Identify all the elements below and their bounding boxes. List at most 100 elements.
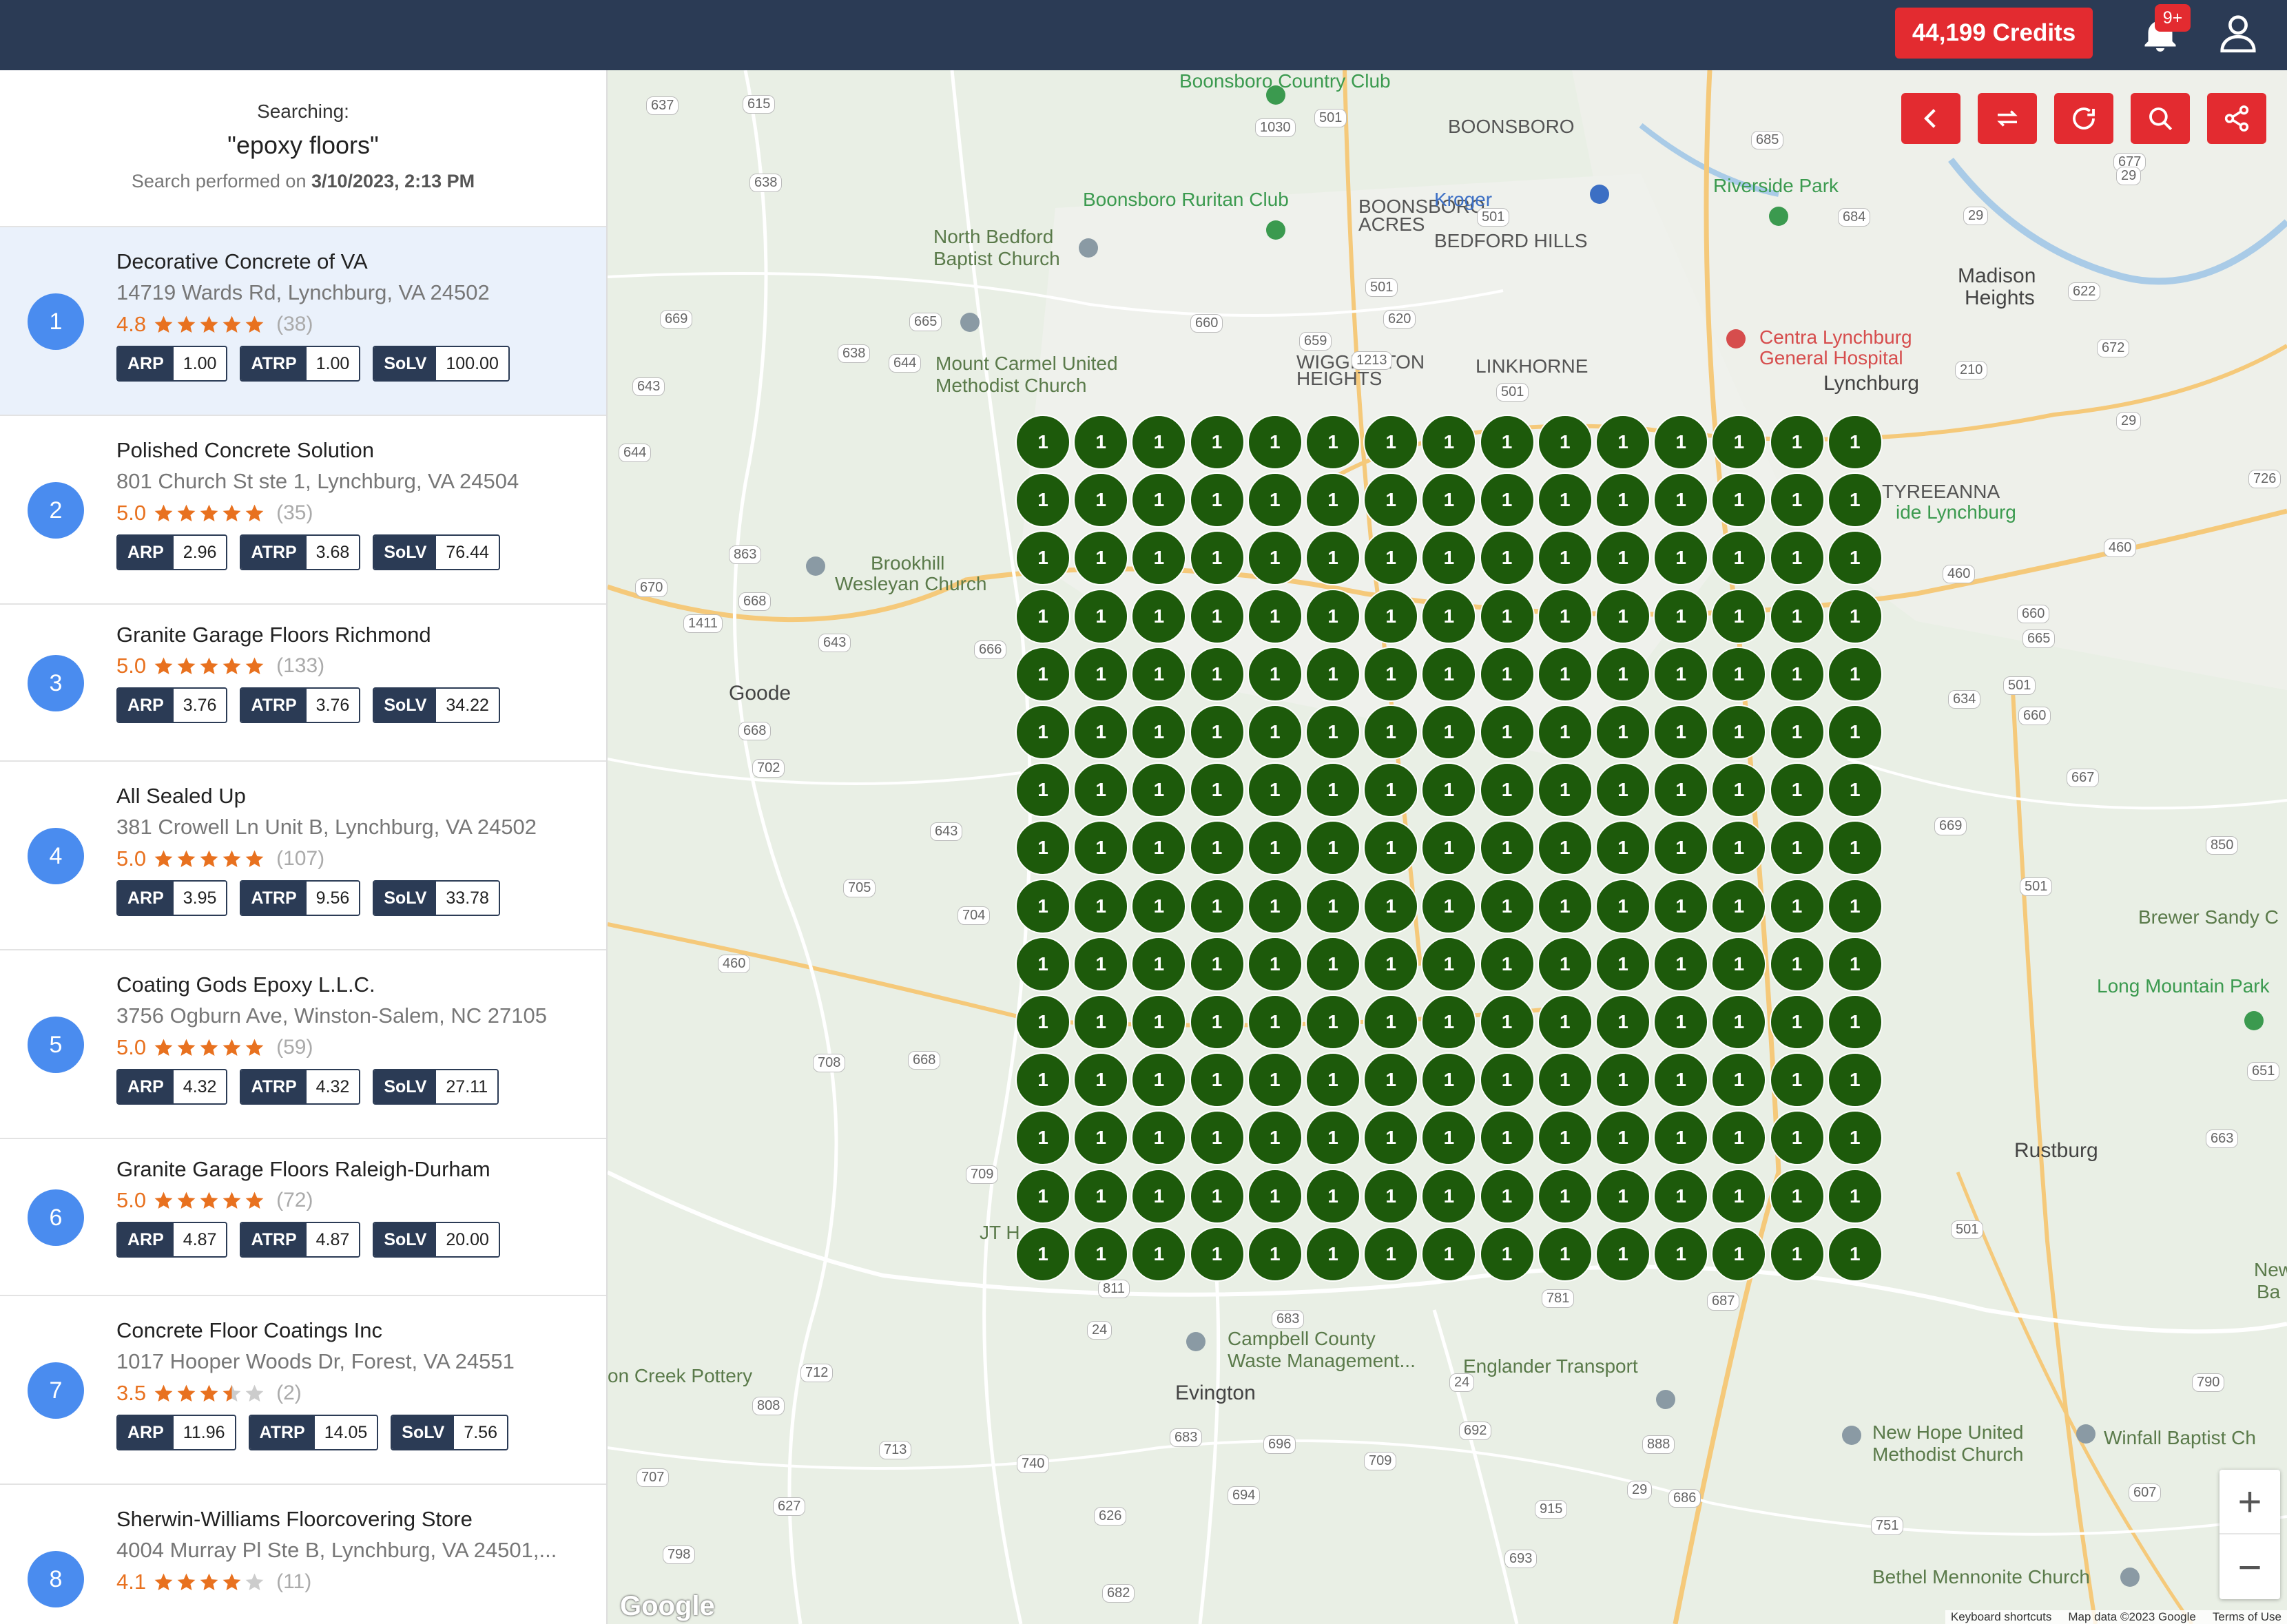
grid-point[interactable]: 1 <box>1189 995 1245 1050</box>
grid-point[interactable]: 1 <box>1769 878 1825 934</box>
grid-point[interactable]: 1 <box>1479 472 1535 528</box>
grid-point[interactable]: 1 <box>1769 995 1825 1050</box>
grid-point[interactable]: 1 <box>1305 588 1360 644</box>
grid-point[interactable]: 1 <box>1189 415 1245 470</box>
grid-point[interactable]: 1 <box>1711 1110 1767 1166</box>
grid-point[interactable]: 1 <box>1537 1226 1593 1282</box>
grid-point[interactable]: 1 <box>1653 415 1709 470</box>
user-icon[interactable] <box>2217 11 2259 55</box>
grid-point[interactable]: 1 <box>1421 530 1477 586</box>
grid-point[interactable]: 1 <box>1305 530 1360 586</box>
grid-point[interactable]: 1 <box>1189 530 1245 586</box>
grid-point[interactable]: 1 <box>1421 415 1477 470</box>
grid-point[interactable]: 1 <box>1247 646 1303 702</box>
grid-point[interactable]: 1 <box>1595 1052 1650 1108</box>
grid-point[interactable]: 1 <box>1595 936 1650 992</box>
business-name[interactable]: Coating Gods Epoxy L.L.C. <box>116 970 601 1000</box>
grid-point[interactable]: 1 <box>1769 762 1825 818</box>
business-name[interactable]: Polished Concrete Solution <box>116 435 601 466</box>
grid-point[interactable]: 1 <box>1537 1168 1593 1224</box>
grid-point[interactable]: 1 <box>1827 1226 1883 1282</box>
grid-point[interactable]: 1 <box>1595 646 1650 702</box>
grid-point[interactable]: 1 <box>1363 820 1419 876</box>
grid-point[interactable]: 1 <box>1363 588 1419 644</box>
grid-point[interactable]: 1 <box>1653 1110 1709 1166</box>
business-name[interactable]: Granite Garage Floors Richmond <box>116 620 601 650</box>
grid-point[interactable]: 1 <box>1073 530 1129 586</box>
result-item[interactable]: 4 All Sealed Up 381 Crowell Ln Unit B, L… <box>0 762 606 950</box>
grid-point[interactable]: 1 <box>1131 646 1187 702</box>
grid-point[interactable]: 1 <box>1537 705 1593 760</box>
grid-point[interactable]: 1 <box>1015 1110 1070 1166</box>
grid-point[interactable]: 1 <box>1073 762 1129 818</box>
grid-point[interactable]: 1 <box>1305 995 1360 1050</box>
grid-point[interactable]: 1 <box>1711 995 1767 1050</box>
grid-point[interactable]: 1 <box>1131 820 1187 876</box>
grid-point[interactable]: 1 <box>1537 415 1593 470</box>
grid-point[interactable]: 1 <box>1073 820 1129 876</box>
grid-point[interactable]: 1 <box>1653 472 1709 528</box>
terms-link[interactable]: Terms of Use <box>2213 1610 2281 1624</box>
grid-point[interactable]: 1 <box>1305 878 1360 934</box>
grid-point[interactable]: 1 <box>1653 705 1709 760</box>
grid-point[interactable]: 1 <box>1015 705 1070 760</box>
grid-point[interactable]: 1 <box>1363 1052 1419 1108</box>
grid-point[interactable]: 1 <box>1247 415 1303 470</box>
grid-point[interactable]: 1 <box>1131 762 1187 818</box>
grid-point[interactable]: 1 <box>1247 936 1303 992</box>
grid-point[interactable]: 1 <box>1305 936 1360 992</box>
grid-point[interactable]: 1 <box>1015 995 1070 1050</box>
grid-point[interactable]: 1 <box>1073 415 1129 470</box>
grid-point[interactable]: 1 <box>1711 415 1767 470</box>
grid-point[interactable]: 1 <box>1595 588 1650 644</box>
grid-point[interactable]: 1 <box>1247 588 1303 644</box>
grid-point[interactable]: 1 <box>1653 995 1709 1050</box>
grid-point[interactable]: 1 <box>1769 1110 1825 1166</box>
grid-point[interactable]: 1 <box>1653 878 1709 934</box>
result-item[interactable]: 2 Polished Concrete Solution 801 Church … <box>0 416 606 605</box>
grid-point[interactable]: 1 <box>1363 762 1419 818</box>
grid-point[interactable]: 1 <box>1421 762 1477 818</box>
grid-point[interactable]: 1 <box>1189 646 1245 702</box>
map[interactable]: Boonsboro Country Club BOONSBORO Boonsboro… <box>608 70 2287 1624</box>
grid-point[interactable]: 1 <box>1015 820 1070 876</box>
grid-point[interactable]: 1 <box>1073 588 1129 644</box>
grid-point[interactable]: 1 <box>1131 1110 1187 1166</box>
grid-point[interactable]: 1 <box>1131 705 1187 760</box>
grid-point[interactable]: 1 <box>1131 588 1187 644</box>
grid-point[interactable]: 1 <box>1769 1052 1825 1108</box>
grid-point[interactable]: 1 <box>1363 1168 1419 1224</box>
grid-point[interactable]: 1 <box>1189 1110 1245 1166</box>
grid-point[interactable]: 1 <box>1769 705 1825 760</box>
grid-point[interactable]: 1 <box>1421 1110 1477 1166</box>
result-item[interactable]: 8 Sherwin-Williams Floorcovering Store 4… <box>0 1485 606 1624</box>
grid-point[interactable]: 1 <box>1711 878 1767 934</box>
grid-point[interactable]: 1 <box>1421 472 1477 528</box>
grid-point[interactable]: 1 <box>1479 1168 1535 1224</box>
credits-button[interactable]: 44,199 Credits <box>1895 8 2093 59</box>
grid-point[interactable]: 1 <box>1015 1168 1070 1224</box>
keyboard-shortcuts-link[interactable]: Keyboard shortcuts <box>1951 1610 2051 1624</box>
grid-point[interactable]: 1 <box>1305 472 1360 528</box>
grid-point[interactable]: 1 <box>1827 1110 1883 1166</box>
grid-point[interactable]: 1 <box>1537 1110 1593 1166</box>
grid-point[interactable]: 1 <box>1421 878 1477 934</box>
grid-point[interactable]: 1 <box>1827 646 1883 702</box>
grid-point[interactable]: 1 <box>1711 646 1767 702</box>
grid-point[interactable]: 1 <box>1479 878 1535 934</box>
grid-point[interactable]: 1 <box>1305 1052 1360 1108</box>
grid-point[interactable]: 1 <box>1595 1226 1650 1282</box>
grid-point[interactable]: 1 <box>1769 1226 1825 1282</box>
result-item[interactable]: 3 Granite Garage Floors Richmond 5.0 (13… <box>0 605 606 762</box>
grid-point[interactable]: 1 <box>1015 530 1070 586</box>
result-item[interactable]: 5 Coating Gods Epoxy L.L.C. 3756 Ogburn … <box>0 950 606 1139</box>
business-name[interactable]: Decorative Concrete of VA <box>116 247 601 277</box>
grid-point[interactable]: 1 <box>1769 415 1825 470</box>
grid-point[interactable]: 1 <box>1421 588 1477 644</box>
grid-point[interactable]: 1 <box>1189 588 1245 644</box>
grid-point[interactable]: 1 <box>1131 1168 1187 1224</box>
result-item[interactable]: 1 Decorative Concrete of VA 14719 Wards … <box>0 227 606 416</box>
grid-point[interactable]: 1 <box>1189 472 1245 528</box>
grid-point[interactable]: 1 <box>1827 705 1883 760</box>
grid-point[interactable]: 1 <box>1363 936 1419 992</box>
